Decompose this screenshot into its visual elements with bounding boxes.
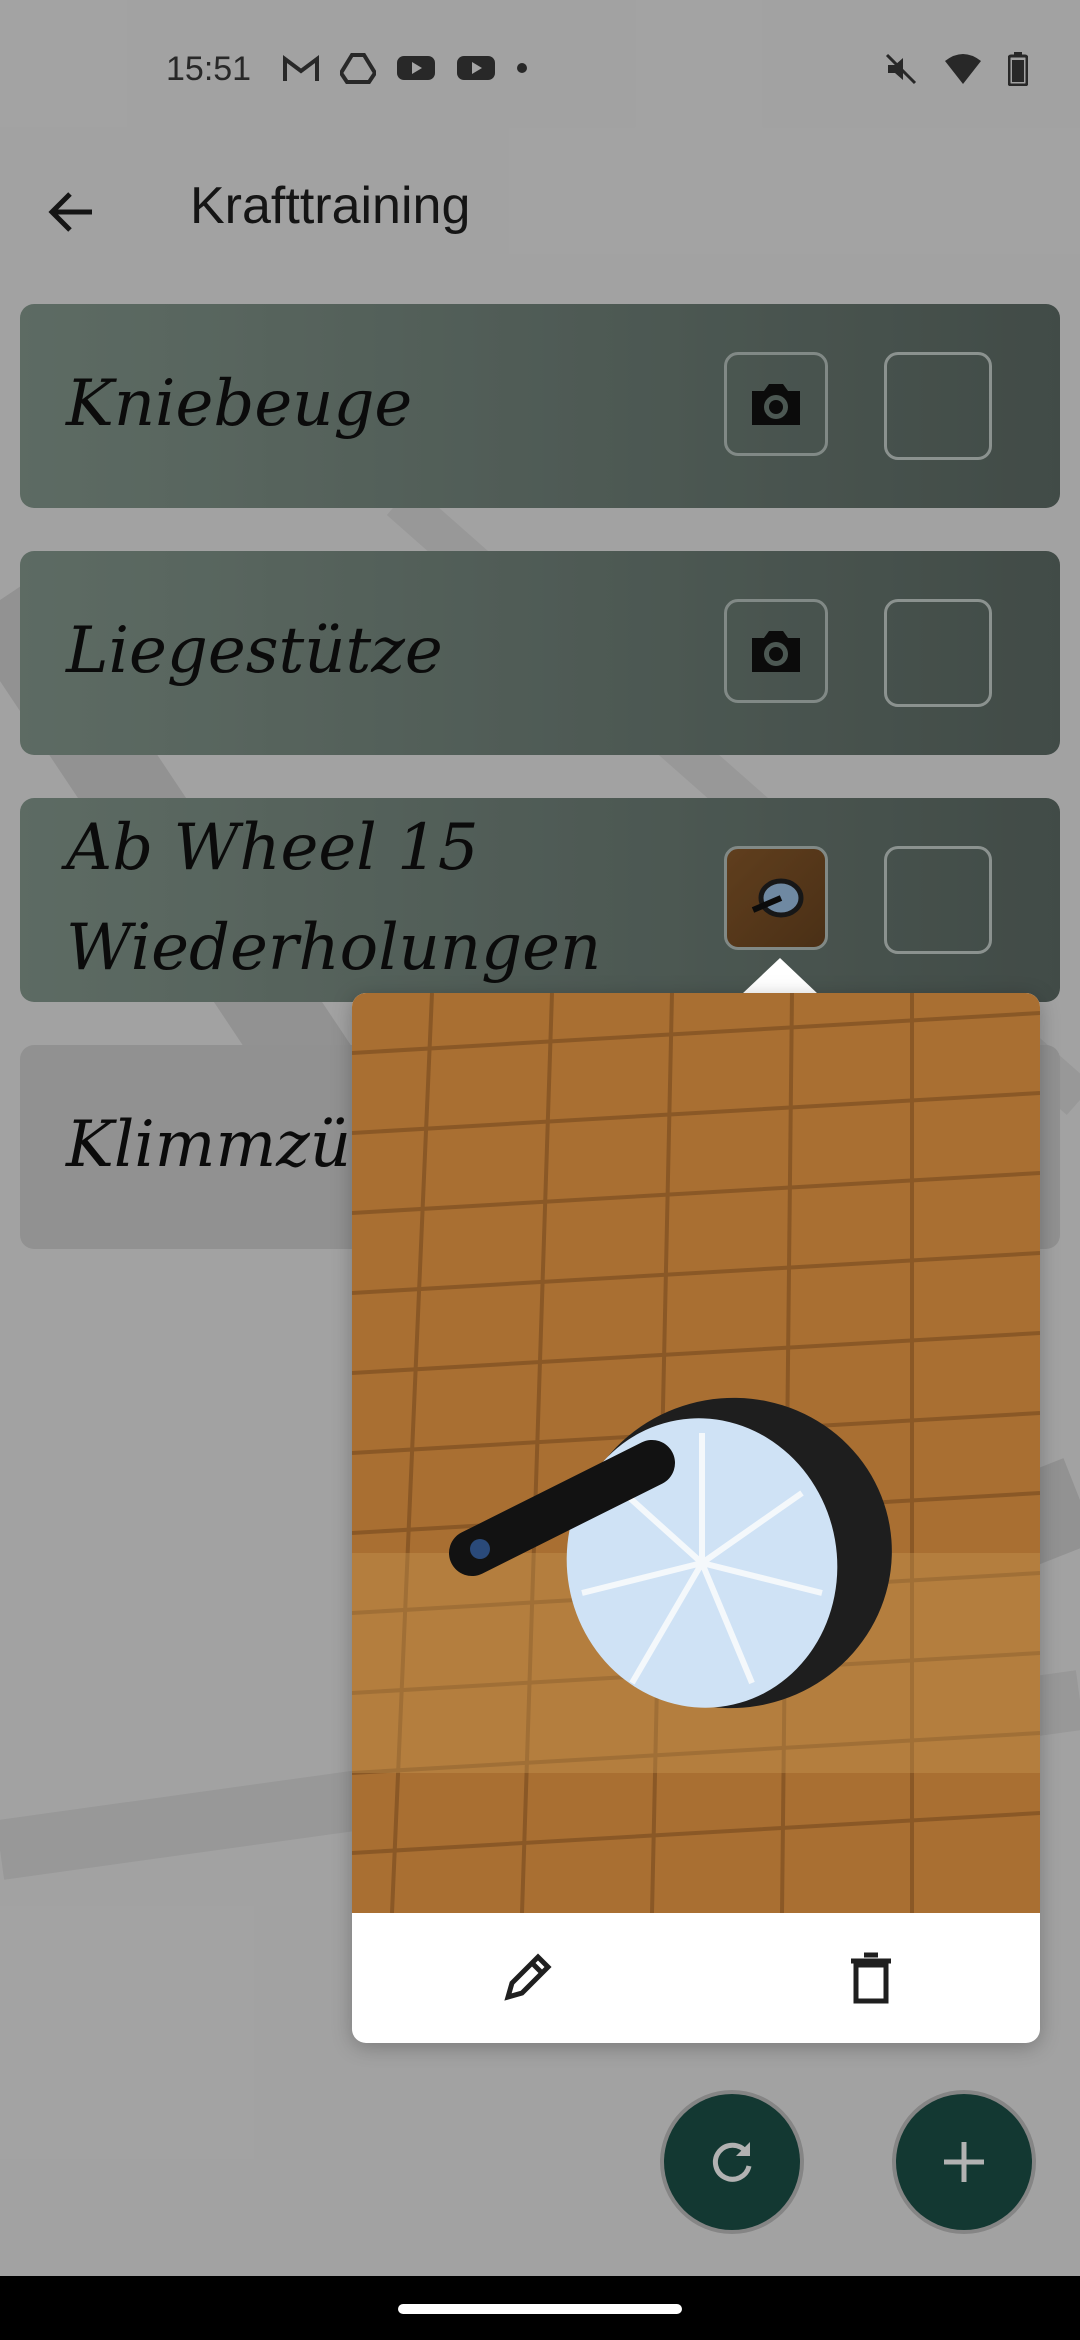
navigation-bar bbox=[0, 2276, 1080, 2340]
edit-icon bbox=[504, 1953, 552, 2001]
edit-button[interactable] bbox=[492, 1943, 562, 2013]
home-gesture-handle[interactable] bbox=[398, 2304, 682, 2314]
popup-actions bbox=[352, 1913, 1040, 2043]
delete-button[interactable] bbox=[836, 1943, 906, 2013]
popup-arrow bbox=[742, 958, 818, 994]
delete-icon bbox=[851, 1952, 891, 2004]
photo-popup bbox=[352, 993, 1040, 2043]
exercise-photo bbox=[352, 993, 1040, 1913]
